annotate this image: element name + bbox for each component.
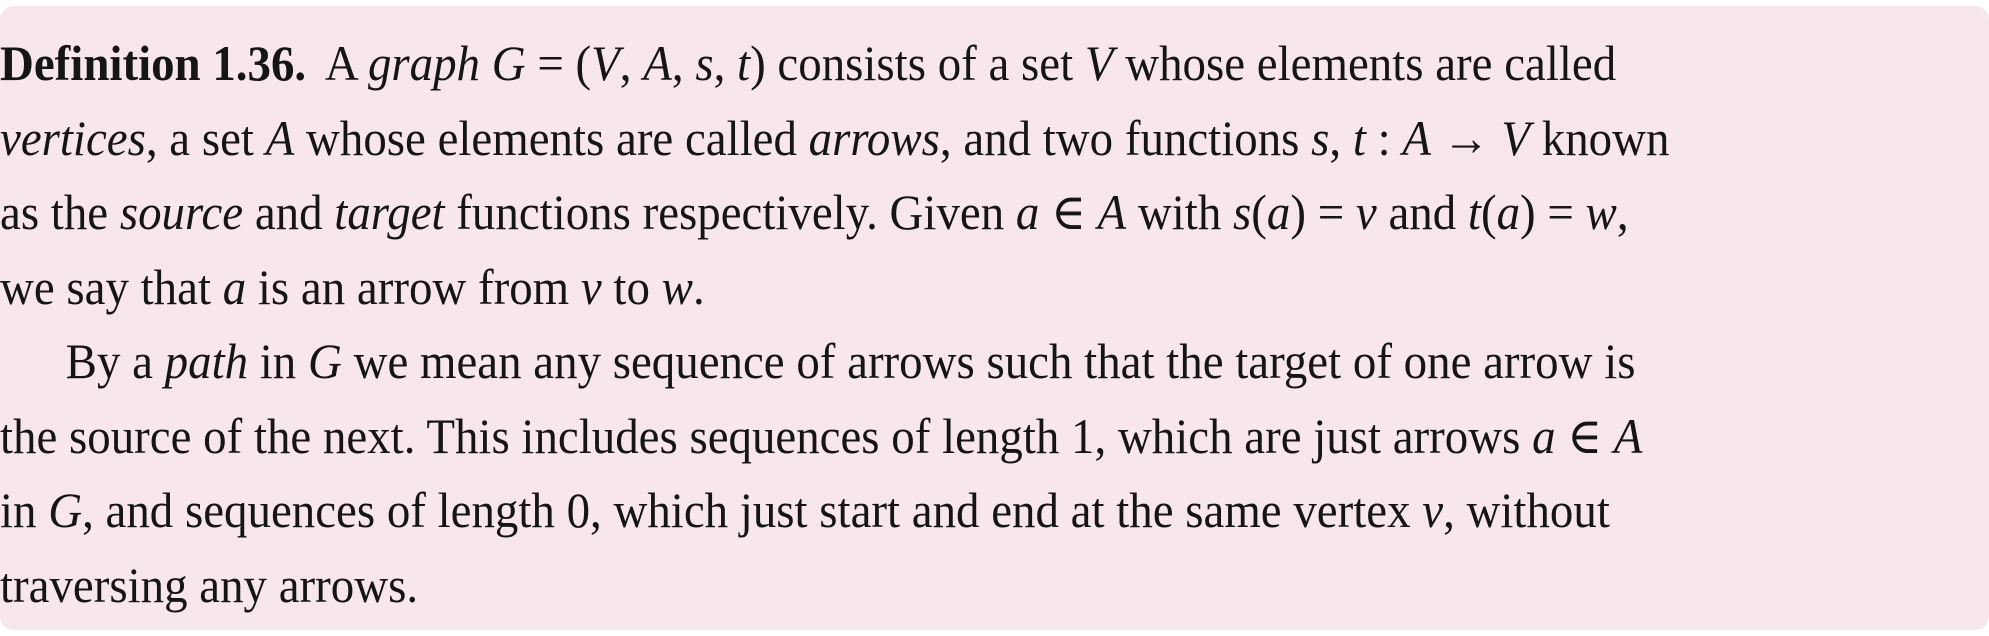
definition-box: Definition 1.36. A graph G = (V, A, s, t)… — [0, 6, 1989, 630]
italic-term: graph — [367, 35, 481, 91]
italic-term: a — [1015, 184, 1040, 240]
definition-heading: Definition 1.36. — [0, 35, 307, 91]
text-segment: , without — [1443, 482, 1610, 538]
italic-term: A — [643, 35, 672, 91]
italic-term: A — [1097, 184, 1127, 240]
italic-term: w — [1585, 184, 1617, 240]
text-segment: we mean any sequence of arrows such that… — [341, 333, 1636, 389]
text-segment: to — [601, 258, 662, 315]
italic-term: a — [222, 258, 247, 315]
text-segment: we say that — [0, 258, 223, 315]
text-segment: whose elements are called — [1113, 35, 1617, 91]
text-segment: , — [619, 35, 644, 91]
text-segment: , and two functions — [939, 109, 1312, 166]
text-segment: in — [0, 482, 49, 538]
text-segment: , — [1329, 109, 1353, 166]
italic-term: t — [1352, 109, 1366, 166]
italic-term: t — [737, 35, 751, 91]
text-segment: as the — [0, 184, 120, 240]
text-segment: , — [671, 35, 696, 91]
text-segment: ( — [1480, 184, 1497, 240]
text-line-7: in G, and sequences of length 0, which j… — [0, 473, 1989, 548]
italic-term: G — [491, 35, 526, 91]
text-line-8: traversing any arrows. — [0, 548, 1989, 623]
text-segment: ) consists of a set — [750, 35, 1085, 91]
text-segment: ) = — [1290, 184, 1356, 240]
text-segment: . — [692, 258, 705, 315]
text-segment: ∈ — [1039, 184, 1098, 240]
italic-term: A — [1402, 109, 1432, 166]
text-segment: functions respectively. Given — [444, 184, 1016, 240]
italic-term: arrows — [808, 109, 940, 166]
text-segment: : — [1365, 109, 1403, 166]
text-segment: , — [1616, 184, 1629, 240]
italic-term: v — [580, 258, 602, 315]
italic-term: t — [1467, 184, 1481, 240]
italic-term: V — [1084, 35, 1114, 91]
text-segment: and — [1376, 184, 1468, 240]
text-segment: the source of the next. This includes se… — [0, 407, 1533, 464]
italic-term: G — [308, 333, 342, 389]
italic-term: a — [1532, 407, 1556, 464]
definition-text: Definition 1.36. A graph G = (V, A, s, t)… — [0, 26, 1989, 622]
text-segment: known — [1530, 109, 1670, 166]
text-segment: in — [248, 333, 309, 389]
text-segment: , — [713, 35, 738, 91]
text-segment: is an arrow from — [246, 258, 581, 315]
text-segment: A — [324, 35, 368, 91]
text-segment: → — [1431, 109, 1502, 166]
text-line-2: vertices, a set A whose elements are cal… — [0, 101, 1989, 176]
text-segment: , a set — [145, 109, 266, 166]
italic-term: a — [1266, 184, 1291, 240]
text-line-5: By a path in G we mean any sequence of a… — [0, 324, 1989, 399]
italic-term: v — [1422, 482, 1444, 538]
italic-term: s — [1233, 184, 1252, 240]
italic-term: G — [48, 482, 83, 538]
text-line-6: the source of the next. This includes se… — [0, 399, 1989, 474]
text-segment: traversing any arrows. — [0, 556, 419, 613]
text-segment: ) = — [1520, 184, 1586, 240]
text-line-1: Definition 1.36. A graph G = (V, A, s, t)… — [0, 26, 1989, 101]
text-segment: and — [243, 184, 335, 240]
text-segment — [480, 35, 492, 91]
italic-term: s — [695, 35, 714, 91]
italic-term: a — [1496, 184, 1521, 240]
text-segment: ( — [1251, 184, 1267, 240]
text-segment: = ( — [525, 35, 592, 91]
text-segment: ∈ — [1555, 407, 1614, 464]
text-line-4: we say that a is an arrow from v to w. — [0, 250, 1989, 325]
italic-term: w — [661, 258, 693, 315]
text-line-3: as the source and target functions respe… — [0, 175, 1989, 250]
italic-term: path — [164, 333, 249, 389]
text-segment: , and sequences of length 0, which just … — [82, 482, 1423, 538]
italic-term: source — [119, 184, 244, 240]
italic-term: s — [1311, 109, 1330, 166]
italic-term: V — [591, 35, 620, 91]
text-segment: By a — [65, 333, 165, 389]
italic-term: vertices — [0, 109, 146, 166]
italic-term: v — [1355, 184, 1377, 240]
italic-term: A — [265, 109, 295, 166]
text-segment: with — [1126, 184, 1234, 240]
italic-term: target — [334, 184, 445, 240]
italic-term: V — [1501, 109, 1531, 166]
text-segment: whose elements are called — [294, 109, 809, 166]
italic-term: A — [1613, 407, 1643, 464]
